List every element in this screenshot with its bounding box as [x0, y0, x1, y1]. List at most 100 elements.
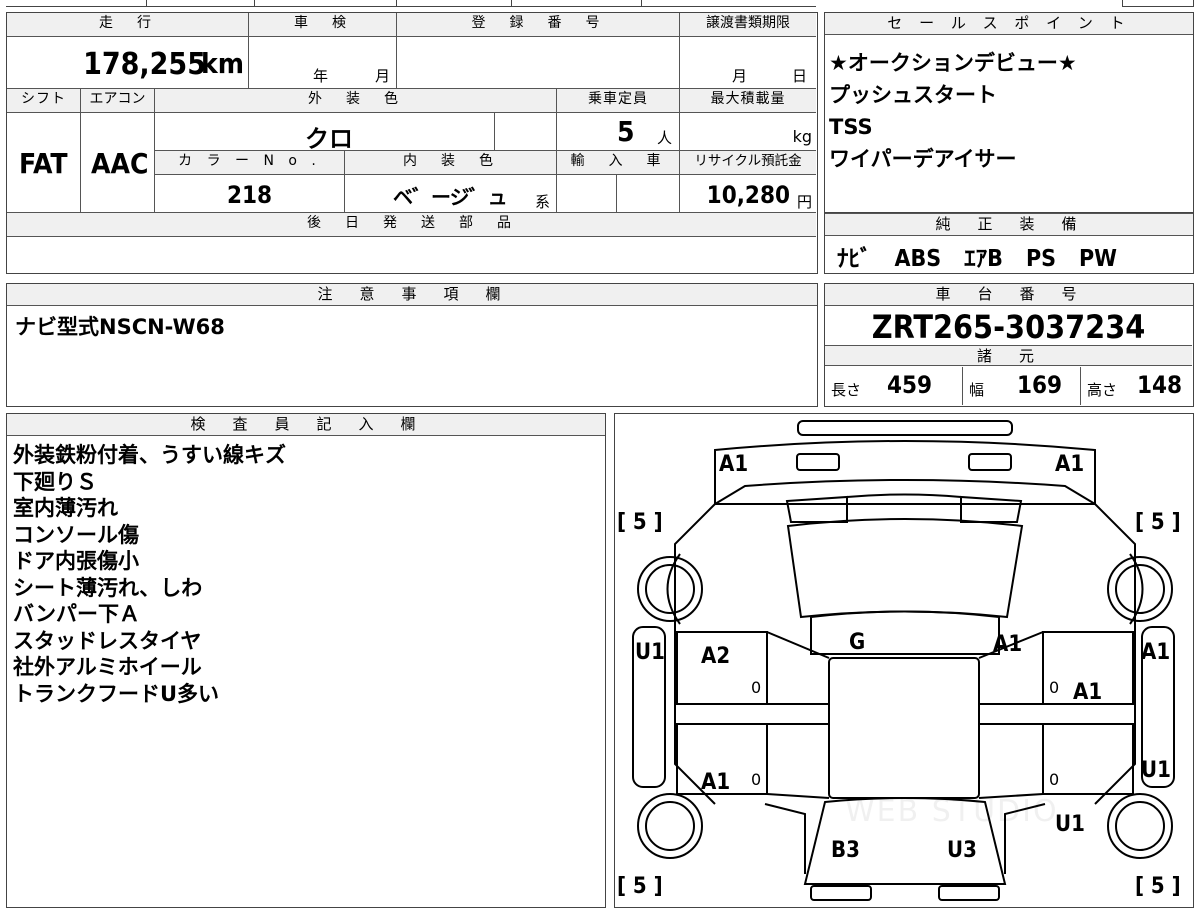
later-parts-value: [7, 237, 816, 273]
recycle-label: リサイクル預託金: [680, 151, 816, 175]
import-label: 輸 入 車: [557, 151, 680, 175]
inspector-line: トランクフードU多い: [13, 681, 220, 706]
mark-zero: 0: [751, 770, 762, 789]
mark-front-left: A1: [719, 452, 749, 477]
recycle-cell: 10,280 円: [680, 175, 816, 213]
interior-color-label: 内 装 色: [345, 151, 557, 175]
inspector-line: コンソール傷: [13, 522, 139, 547]
chassis-value: ZRT265-3037234: [871, 308, 1146, 346]
sales-points-list: ★オークションデビュー★ プッシュスタート TSS ワイパーデアイサー: [829, 47, 1189, 175]
shift-label: シフト: [7, 89, 81, 113]
exterior-color-extra-cell: [495, 113, 557, 151]
color-no-label: カ ラ ー N o .: [155, 151, 345, 175]
exterior-color-label: 外 装 色: [155, 89, 557, 113]
registration-label: 登 録 番 号: [397, 13, 680, 37]
ac-label: エアコン: [81, 89, 155, 113]
mark-rear-quarter-right: U1: [1141, 758, 1171, 783]
mark-glass: G: [849, 630, 866, 655]
mark-rear-center: U3: [947, 838, 977, 863]
specs-row: 長さ 459 幅 169 高さ 148: [825, 367, 1192, 405]
mileage-value: 178,255: [83, 47, 206, 82]
length-value: 459: [887, 371, 933, 399]
inspector-label: 検 査 員 記 入 欄: [7, 414, 605, 436]
inspector-line: スタッドレスタイヤ: [13, 628, 202, 653]
mark-zero: 0: [1049, 678, 1060, 697]
sales-point-item: プッシュスタート: [829, 83, 997, 107]
notes-box: 注 意 事 項 欄 ナビ型式NSCN-W68: [6, 283, 818, 407]
inspector-line: 社外アルミホイール: [13, 655, 202, 679]
ac-value: AAC: [91, 147, 149, 180]
top-strip: [6, 0, 816, 7]
watermark: WEB STUDIO: [845, 794, 1059, 829]
mileage-unit: km: [201, 47, 244, 80]
exterior-color-value: クロ: [305, 125, 353, 153]
inspector-line: 外装鉄粉付着、うすい線キズ: [13, 443, 286, 467]
mileage-value-cell: 178,255 km: [7, 37, 249, 89]
mark-pillar-right: A1: [993, 632, 1023, 657]
mark-tire-fl: [ 5 ]: [617, 510, 663, 535]
notes-value: ナビ型式NSCN-W68: [15, 315, 225, 339]
length-cell: 長さ 459: [825, 367, 963, 405]
car-diagram-box: A1 A1 [ 5 ] [ 5 ] [ 5 ] [ 5 ] U1 A1 G A2…: [614, 413, 1194, 908]
inspector-box: 検 査 員 記 入 欄 外装鉄粉付着、うすい線キズ 下廻りＳ 室内薄汚れ コンソ…: [6, 413, 606, 908]
import-cell-b: [617, 175, 680, 213]
max-load-unit: kg: [792, 127, 812, 146]
shift-value: FAT: [19, 147, 68, 180]
genuine-equipment-value: ﾅﾋﾞ ABS ｴｱB PS PW: [837, 246, 1118, 272]
mark-right-fender: A1: [1141, 640, 1171, 665]
mark-rear-door-left: A1: [701, 770, 731, 795]
mark-rear-left: B3: [831, 838, 860, 863]
mark-front-right: A1: [1055, 452, 1085, 477]
sales-point-item: ★オークションデビュー★: [829, 51, 1077, 75]
inspector-line: ドア内張傷小: [13, 549, 139, 573]
transfer-deadline-cell: 月 日: [680, 37, 816, 89]
specs-label: 諸 元: [825, 345, 1192, 366]
max-load-cell: kg: [680, 113, 816, 151]
top-strip-right: [1122, 0, 1194, 7]
sales-point-item: TSS: [829, 115, 873, 139]
genuine-equipment-box: 純 正 装 備 ﾅﾋﾞ ABS ｴｱB PS PW: [824, 213, 1194, 274]
interior-color-value: ベ゛ージ゛ュ: [393, 185, 508, 209]
width-cell: 幅 169: [963, 367, 1081, 405]
mark-tire-rl: [ 5 ]: [617, 874, 663, 899]
mark-zero: 0: [1049, 770, 1060, 789]
recycle-unit: 円: [796, 193, 812, 211]
mark-front-door-right: A1: [1073, 680, 1103, 705]
color-no-value: 218: [227, 181, 273, 209]
mark-tire-fr: [ 5 ]: [1135, 510, 1181, 535]
width-value: 169: [1017, 371, 1063, 399]
chassis-box: 車 台 番 号 ZRT265-3037234 諸 元 長さ 459 幅 169 …: [824, 283, 1194, 407]
sales-points-box: セ ー ル ス ポ イ ン ト ★オークションデビュー★ プッシュスタート TS…: [824, 12, 1194, 213]
transfer-month-unit: 月: [732, 67, 748, 85]
inspection-year-unit: 年: [313, 67, 329, 85]
sales-points-label: セ ー ル ス ポ イ ン ト: [825, 13, 1193, 35]
inspector-line: シート薄汚れ、しわ: [13, 575, 203, 600]
ac-value-cell: AAC: [81, 113, 155, 213]
inspection-month-unit: 月: [375, 67, 391, 85]
registration-value-cell: [397, 37, 680, 89]
mark-left-fender: U1: [635, 640, 665, 665]
height-cell: 高さ 148: [1081, 367, 1192, 405]
inspector-line: 下廻りＳ: [13, 469, 97, 494]
capacity-unit: 人: [657, 129, 673, 147]
transfer-day-unit: 日: [792, 67, 808, 85]
inspector-line: バンパー下Ａ: [13, 602, 141, 626]
notes-label: 注 意 事 項 欄: [7, 284, 817, 306]
shift-value-cell: FAT: [7, 113, 81, 213]
genuine-equipment-label: 純 正 装 備: [825, 213, 1193, 236]
width-label: 幅: [969, 381, 985, 399]
capacity-label: 乗車定員: [557, 89, 680, 113]
inspector-lines: 外装鉄粉付着、うすい線キズ 下廻りＳ 室内薄汚れ コンソール傷 ドア内張傷小 シ…: [13, 442, 593, 707]
capacity-cell: 5 人: [557, 113, 680, 151]
mark-zero: 0: [751, 678, 762, 697]
exterior-color-cell: クロ: [155, 113, 495, 153]
recycle-value: 10,280: [706, 181, 790, 209]
interior-color-cell: ベ゛ージ゛ュ 系: [345, 175, 557, 213]
transfer-deadline-label: 譲渡書類期限: [680, 13, 816, 37]
sales-point-item: ワイパーデアイサー: [829, 147, 1017, 171]
inspection-value-cell: 年 月: [249, 37, 397, 89]
mileage-label: 走 行: [7, 13, 249, 37]
mark-rear-right: U1: [1055, 812, 1085, 837]
color-no-cell: 218: [155, 175, 345, 213]
max-load-label: 最大積載量: [680, 89, 816, 113]
